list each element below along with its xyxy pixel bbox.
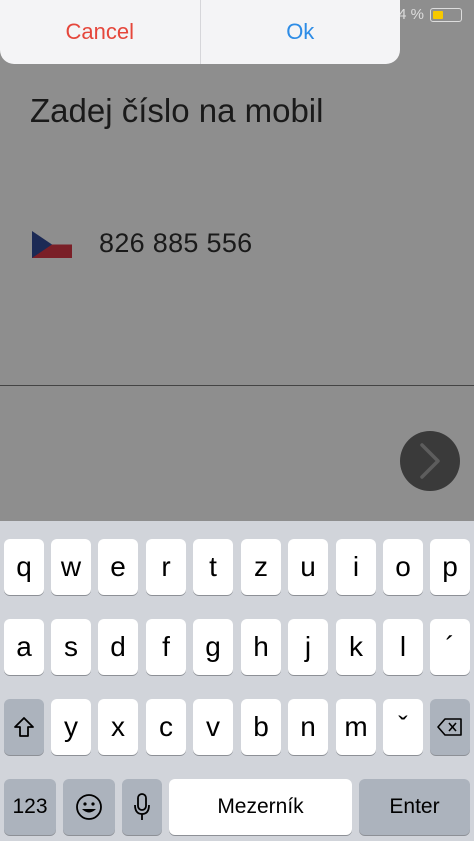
key-u[interactable]: u [288,539,328,595]
phone-number-field[interactable]: 826 885 556 [99,228,252,259]
cancel-button[interactable]: Cancel [0,0,201,64]
key-g[interactable]: g [193,619,233,675]
key-o[interactable]: o [383,539,423,595]
shift-icon [14,717,34,737]
key-q[interactable]: q [4,539,44,595]
numbers-key[interactable]: 123 [4,779,56,835]
keyboard: q w e r t z u i o p a s d f g h j k l ´ … [0,521,474,841]
key-m[interactable]: m [336,699,376,755]
alert-bar: Cancel Ok [0,0,400,64]
shift-key[interactable] [4,699,44,755]
key-b[interactable]: b [241,699,281,755]
key-r[interactable]: r [146,539,186,595]
microphone-icon [134,793,150,820]
emoji-key[interactable] [63,779,115,835]
key-l[interactable]: l [383,619,423,675]
backspace-icon [437,718,462,736]
key-t[interactable]: t [193,539,233,595]
key-i[interactable]: i [336,539,376,595]
key-c[interactable]: c [146,699,186,755]
ok-button[interactable]: Ok [201,0,401,64]
key-f[interactable]: f [146,619,186,675]
czech-flag-icon[interactable] [32,231,72,258]
dictation-key[interactable] [122,779,162,835]
key-d[interactable]: d [98,619,138,675]
key-acute[interactable]: ´ [430,619,470,675]
space-key[interactable]: Mezerník [169,779,352,835]
backspace-key[interactable] [430,699,470,755]
field-divider [0,385,474,386]
key-caron[interactable]: ˇ [383,699,423,755]
key-h[interactable]: h [241,619,281,675]
emoji-icon [76,794,102,820]
key-e[interactable]: e [98,539,138,595]
key-n[interactable]: n [288,699,328,755]
key-z[interactable]: z [241,539,281,595]
key-s[interactable]: s [51,619,91,675]
app-screen: 14:13 34 % Zadej číslo na mobil 826 885 … [0,0,474,521]
key-y[interactable]: y [51,699,91,755]
key-a[interactable]: a [4,619,44,675]
key-w[interactable]: w [51,539,91,595]
enter-key[interactable]: Enter [359,779,470,835]
page-title: Zadej číslo na mobil [30,92,324,129]
key-p[interactable]: p [430,539,470,595]
chevron-right-icon [420,443,440,479]
key-j[interactable]: j [288,619,328,675]
key-x[interactable]: x [98,699,138,755]
next-button[interactable] [400,431,460,491]
battery-icon [430,7,462,22]
key-k[interactable]: k [336,619,376,675]
key-v[interactable]: v [193,699,233,755]
